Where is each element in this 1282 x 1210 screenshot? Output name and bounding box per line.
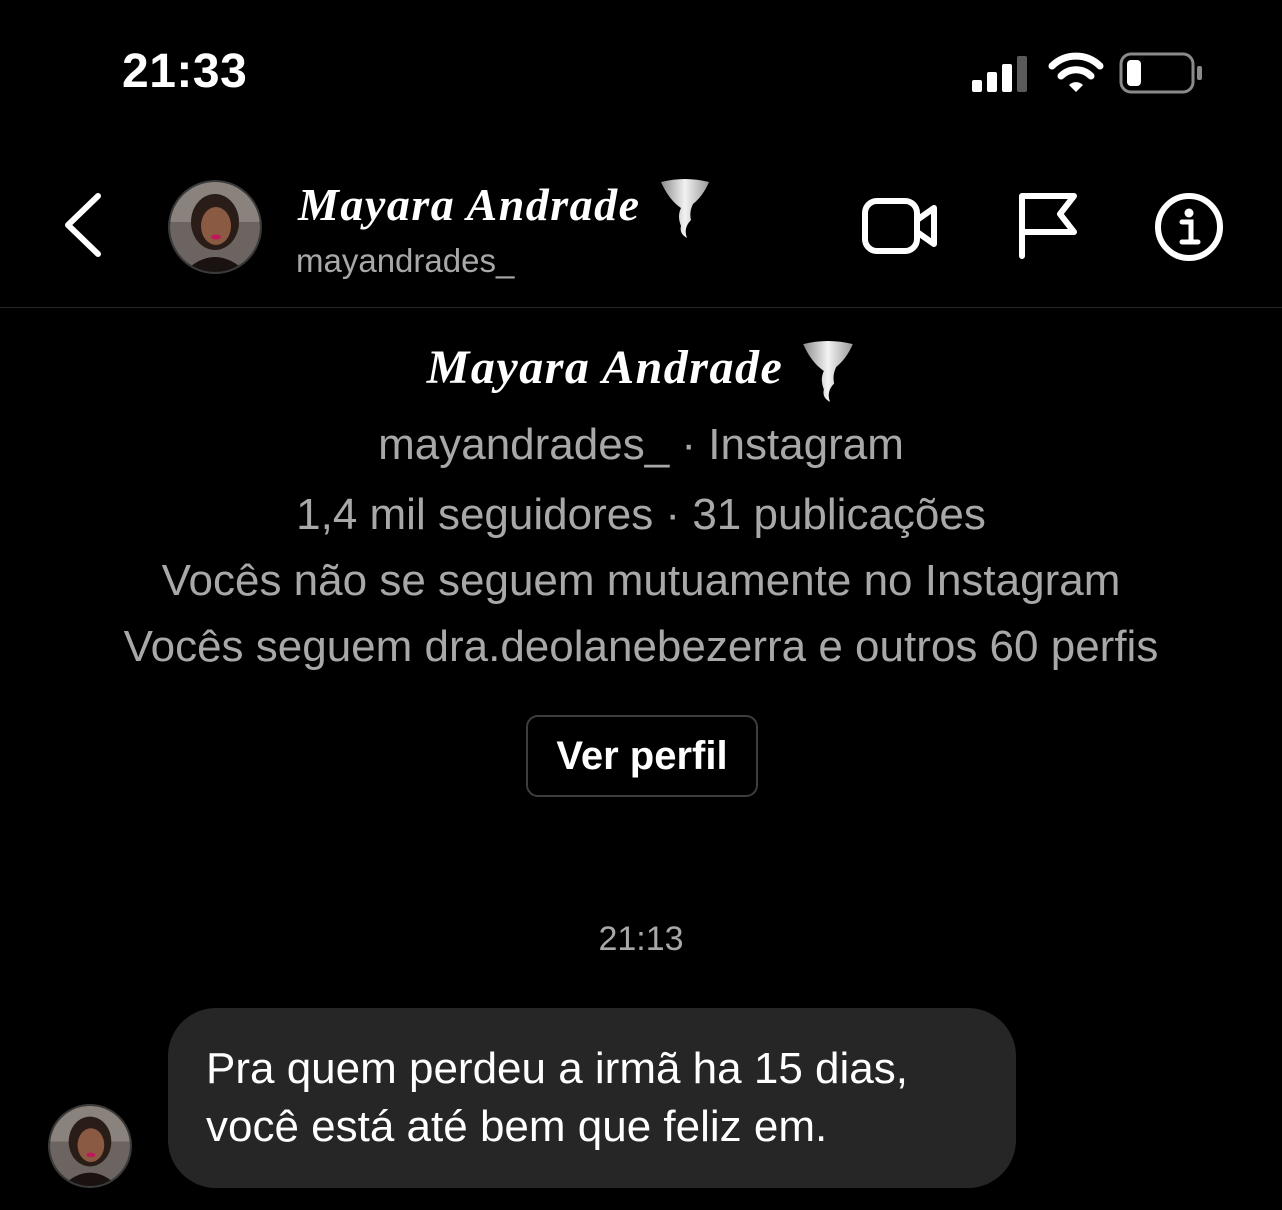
profile-stats: 1,4 mil seguidores · 31 publicações <box>296 490 986 539</box>
avatar[interactable] <box>48 1104 132 1188</box>
mutual-follow-status: Vocês não se seguem mutuamente no Instag… <box>161 556 1121 605</box>
status-bar: 21:33 <box>0 0 1282 140</box>
avatar[interactable] <box>168 180 262 274</box>
chevron-left-icon <box>65 193 101 257</box>
tornado-icon <box>803 341 854 402</box>
battery-icon <box>1119 52 1202 94</box>
cellular-signal-icon <box>972 56 1027 92</box>
video-camera-icon <box>862 198 937 254</box>
profile-photo-icon <box>170 182 260 272</box>
tornado-icon <box>660 179 709 239</box>
view-profile-button[interactable]: Ver perfil <box>526 715 758 797</box>
profile-photo-icon <box>50 1106 130 1186</box>
info-icon <box>1155 193 1223 261</box>
header-display-name: Mayara Andrade <box>298 178 711 240</box>
back-button[interactable] <box>58 190 108 260</box>
message-bubble[interactable]: Pra quem perdeu a irmã ha 15 dias, você … <box>168 1008 1016 1188</box>
mutual-following-info: Vocês seguem dra.deolanebezerra e outros… <box>123 622 1159 671</box>
flag-icon <box>1019 193 1077 259</box>
profile-source: mayandrades_ · Instagram <box>378 420 904 469</box>
header-divider <box>0 307 1282 308</box>
profile-name-text: Mayara Andrade <box>426 341 784 395</box>
report-button[interactable] <box>1016 192 1080 260</box>
header-name-text: Mayara Andrade <box>298 179 641 230</box>
wifi-icon <box>1048 52 1104 92</box>
message-text: Pra quem perdeu a irmã ha 15 dias, você … <box>206 1044 908 1151</box>
header-username: mayandrades_ <box>296 242 515 279</box>
video-call-button[interactable] <box>862 196 940 256</box>
chat-header: Mayara Andrade mayandrades_ <box>0 150 1282 308</box>
profile-name: Mayara Andrade <box>0 340 1282 404</box>
message-timestamp: 21:13 <box>598 920 684 958</box>
status-time: 21:33 <box>122 45 248 98</box>
info-button[interactable] <box>1154 192 1224 262</box>
